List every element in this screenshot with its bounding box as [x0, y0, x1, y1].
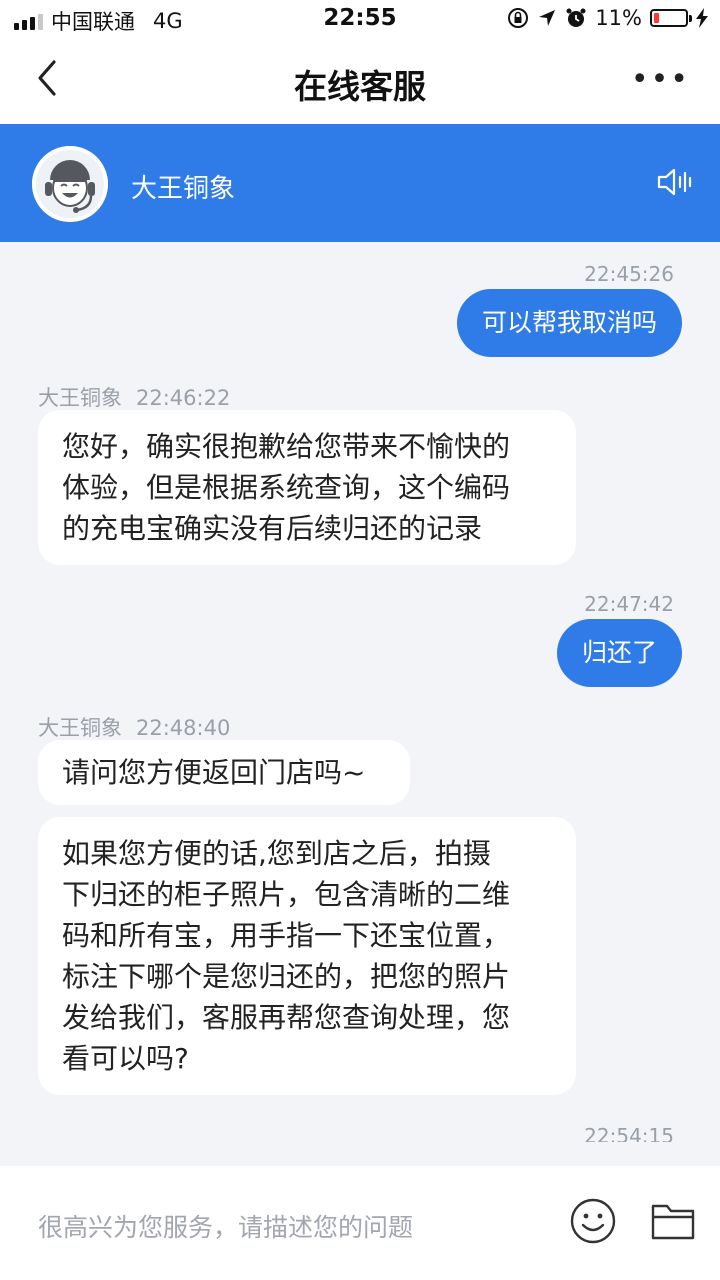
nav-bar: 在线客服 •••	[0, 40, 720, 124]
message-line: 码和所有宝，用手指一下还宝位置，	[62, 919, 511, 952]
message-timestamp: 22:45:26	[584, 262, 674, 286]
more-icon[interactable]: •••	[631, 65, 690, 95]
message-line: 看可以吗?	[62, 1042, 189, 1075]
message-line: 请问您方便返回门店吗~	[62, 756, 366, 789]
incoming-message-bubble[interactable]: 您好，确实很抱歉给您带来不愉快的 体验，但是根据系统查询，这个编码 的充电宝确实…	[38, 410, 576, 565]
battery-percent: 11%	[595, 6, 642, 30]
message-timestamp: 22:47:42	[584, 592, 674, 616]
sender-name: 大王铜象	[38, 386, 122, 410]
charging-icon	[696, 8, 708, 28]
input-bar: 很高兴为您服务，请描述您的问题	[0, 1166, 720, 1280]
outgoing-message-bubble[interactable]: 可以帮我取消吗	[456, 289, 682, 357]
battery-fill	[654, 13, 659, 23]
location-icon	[539, 10, 556, 26]
sender-name: 大王铜象	[38, 716, 122, 740]
speaker-icon[interactable]	[656, 164, 692, 200]
message-timestamp: 22:54:15	[584, 1124, 674, 1142]
incoming-message-bubble[interactable]: 请问您方便返回门店吗~	[38, 740, 410, 805]
emoji-icon[interactable]	[570, 1198, 616, 1244]
message-line: 发给我们，客服再帮您查询处理，您	[62, 1001, 511, 1034]
message-timestamp: 22:48:40	[136, 716, 231, 740]
incoming-message-bubble[interactable]: 如果您方便的话,您到店之后，拍摄 下归还的柜子照片，包含清晰的二维 码和所有宝，…	[38, 817, 576, 1095]
outgoing-message-bubble[interactable]: 归还了	[556, 619, 682, 687]
battery-icon	[650, 9, 692, 27]
message-line: 您好，确实很抱歉给您带来不愉快的	[62, 430, 511, 463]
page-title: 在线客服	[294, 67, 426, 106]
alarm-icon	[566, 8, 586, 27]
message-line: 的充电宝确实没有后续归还的记录	[62, 512, 483, 545]
message-line: 标注下哪个是您归还的，把您的照片	[62, 960, 511, 993]
message-line: 如果您方便的话,您到店之后，拍摄	[62, 837, 491, 870]
message-line: 下归还的柜子照片，包含清晰的二维	[62, 878, 511, 911]
folder-icon[interactable]	[650, 1200, 696, 1242]
agent-name: 大王铜象	[131, 174, 236, 204]
message-line: 体验，但是根据系统查询，这个编码	[62, 471, 511, 504]
message-meta: 大王铜象 22:48:40	[38, 712, 230, 742]
status-bar: 中国联通 4G 22:55 11%	[0, 0, 720, 40]
orientation-lock-icon	[508, 8, 529, 28]
agent-avatar	[32, 146, 108, 222]
message-meta: 大王铜象 22:46:22	[38, 382, 230, 412]
status-right: 11%	[507, 6, 708, 30]
message-input[interactable]: 很高兴为您服务，请描述您的问题	[38, 1208, 413, 1244]
agent-banner: 大王铜象	[0, 124, 720, 242]
message-timestamp: 22:46:22	[136, 386, 231, 410]
chat-messages[interactable]: 22:45:26 可以帮我取消吗 大王铜象 22:46:22 您好，确实很抱歉给您…	[0, 242, 720, 1142]
